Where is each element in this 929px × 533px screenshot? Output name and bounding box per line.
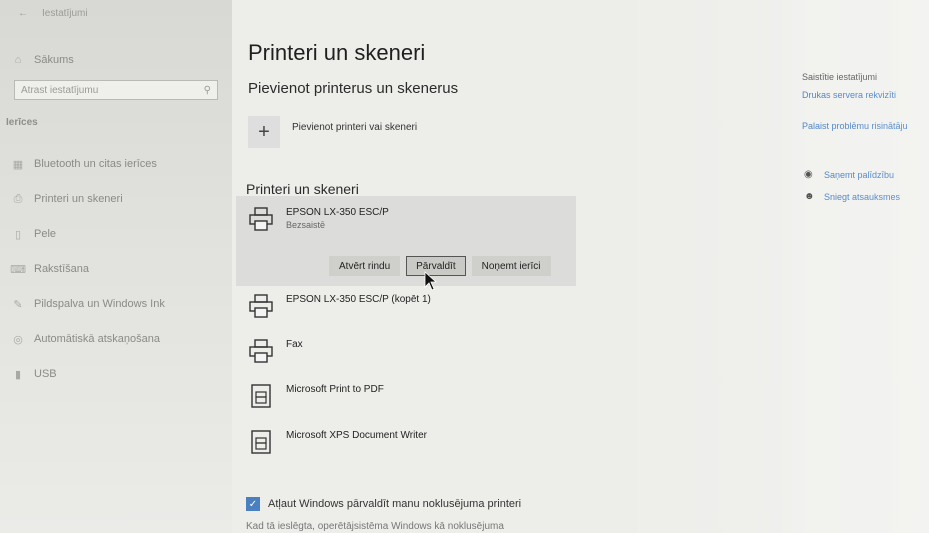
sidebar-item-label: Rakstīšana xyxy=(34,263,90,275)
search-input[interactable]: Atrast iestatījumu ⚲ xyxy=(14,80,218,100)
remove-device-button[interactable]: Noņemt ierīci xyxy=(471,256,551,276)
sidebar-item-label: Bluetooth un citas ierīces xyxy=(34,158,157,170)
open-queue-button[interactable]: Atvērt rindu xyxy=(329,256,401,276)
search-placeholder: Atrast iestatījumu xyxy=(21,84,99,96)
checkbox-label: Atļaut Windows pārvaldīt manu noklusējum… xyxy=(268,498,522,510)
sidebar-item-bluetooth[interactable]: ▦ Bluetooth un citas ierīces xyxy=(12,158,157,171)
sidebar-item-label: Printeri un skeneri xyxy=(34,193,123,205)
back-arrow-icon[interactable]: ← xyxy=(18,8,28,19)
settings-window: ← Iestatījumi ⌂ Sākums Atrast iestatījum… xyxy=(0,0,929,533)
give-feedback-label: Sniegt atsauksmes xyxy=(824,191,901,202)
related-settings-title: Saistītie iestatījumi xyxy=(802,72,878,82)
printer-icon xyxy=(249,207,273,231)
give-feedback-link[interactable]: ☻ Sniegt atsauksmes xyxy=(804,191,900,202)
sidebar-item-typing[interactable]: ⌨ Rakstīšana xyxy=(10,263,90,276)
printer-name: Microsoft XPS Document Writer xyxy=(286,430,427,441)
get-help-link[interactable]: ◉ Saņemt palīdzību xyxy=(804,169,894,180)
sidebar-item-mouse[interactable]: ▯ Pele xyxy=(12,228,57,241)
pen-icon: ✎ xyxy=(13,298,23,311)
printer-actions: Atvērt rindu Pārvaldīt Noņemt ierīci xyxy=(329,256,551,276)
printer-status: Bezsaistē xyxy=(286,220,326,230)
printer-item-fax[interactable]: Fax xyxy=(248,338,303,364)
printer-list-title: Printeri un skeneri xyxy=(246,181,359,197)
window-title: Iestatījumi xyxy=(42,8,88,19)
feedback-icon: ☻ xyxy=(804,191,815,202)
get-help-label: Saņemt palīdzību xyxy=(824,169,895,180)
printer-name: Microsoft Print to PDF xyxy=(286,384,384,395)
printer-item-xps[interactable]: Microsoft XPS Document Writer xyxy=(248,429,427,455)
search-icon[interactable]: ⚲ xyxy=(204,85,211,96)
title-bar: ← Iestatījumi xyxy=(18,8,88,19)
printer-icon: ⎙ xyxy=(13,192,23,205)
bluetooth-devices-icon: ▦ xyxy=(12,158,24,171)
checkbox[interactable]: ✓ xyxy=(246,497,260,511)
document-printer-icon xyxy=(251,384,271,408)
mouse-icon: ▯ xyxy=(14,228,22,241)
add-printer-label: Pievienot printeri vai skeneri xyxy=(292,122,418,133)
printer-name: EPSON LX-350 ESC/P (kopēt 1) xyxy=(286,294,431,305)
sidebar-item-label: Automātiskā atskaņošana xyxy=(34,333,160,345)
help-chat-icon: ◉ xyxy=(804,169,813,180)
related-settings-panel: Saistītie iestatījumi Drukas servera rek… xyxy=(792,0,929,533)
home-icon: ⌂ xyxy=(14,54,22,66)
usb-icon: ▮ xyxy=(14,368,22,381)
default-printer-toggle[interactable]: ✓ Atļaut Windows pārvaldīt manu noklusēj… xyxy=(246,497,521,511)
printer-icon xyxy=(249,294,273,318)
printer-item-epson-copy[interactable]: EPSON LX-350 ESC/P (kopēt 1) xyxy=(248,293,431,319)
sidebar-section-title: Ierīces xyxy=(6,117,38,128)
sidebar-item-label: Pele xyxy=(34,228,57,240)
keyboard-icon: ⌨ xyxy=(10,263,26,276)
run-troubleshooter-link[interactable]: Palaist problēmu risinātāju xyxy=(802,121,908,131)
sidebar-item-autoplay[interactable]: ◎ Automātiskā atskaņošana xyxy=(12,333,160,346)
sidebar-item-label: Pildspalva un Windows Ink xyxy=(34,298,165,310)
printer-item-epson[interactable]: EPSON LX-350 ESC/P Bezsaistē xyxy=(248,206,389,232)
printer-name: Fax xyxy=(286,339,303,350)
plus-icon: + xyxy=(248,116,280,148)
page-title: Printeri un skeneri xyxy=(248,40,426,65)
main-content: Printeri un skeneri Pievienot printerus … xyxy=(232,0,792,533)
sidebar-item-printers[interactable]: ⎙ Printeri un skeneri xyxy=(12,192,123,206)
document-printer-icon xyxy=(251,430,271,454)
mouse-cursor-icon xyxy=(424,271,438,291)
sidebar-item-usb[interactable]: ▮ USB xyxy=(12,368,57,381)
printer-name: EPSON LX-350 ESC/P xyxy=(286,207,389,218)
sidebar: ← Iestatījumi ⌂ Sākums Atrast iestatījum… xyxy=(0,0,232,533)
sidebar-item-pen[interactable]: ✎ Pildspalva un Windows Ink xyxy=(12,298,165,311)
add-section-title: Pievienot printerus un skenerus xyxy=(248,80,459,97)
add-printer-button[interactable]: + Pievienot printeri vai skeneri xyxy=(248,116,417,148)
sidebar-item-label: Sākums xyxy=(34,54,74,66)
sidebar-item-label: USB xyxy=(34,368,57,380)
autoplay-icon: ◎ xyxy=(13,333,23,346)
fax-icon xyxy=(249,339,273,363)
printer-item-pdf[interactable]: Microsoft Print to PDF xyxy=(248,383,384,409)
sidebar-item-home[interactable]: ⌂ Sākums xyxy=(12,54,74,66)
description-text: Kad tā ieslēgta, operētājsistēma Windows… xyxy=(246,521,504,532)
print-server-properties-link[interactable]: Drukas servera rekvizīti xyxy=(802,90,896,100)
